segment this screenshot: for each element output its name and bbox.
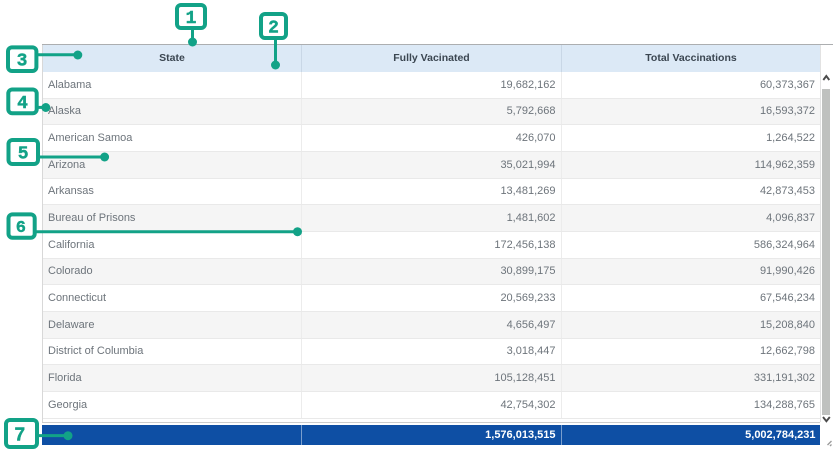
svg-text:3: 3 [17,52,28,72]
svg-text:1: 1 [186,9,197,29]
svg-text:4: 4 [17,94,28,114]
svg-text:7: 7 [14,425,25,447]
svg-text:5: 5 [18,144,29,164]
svg-text:6: 6 [16,219,26,238]
svg-text:2: 2 [268,19,279,39]
